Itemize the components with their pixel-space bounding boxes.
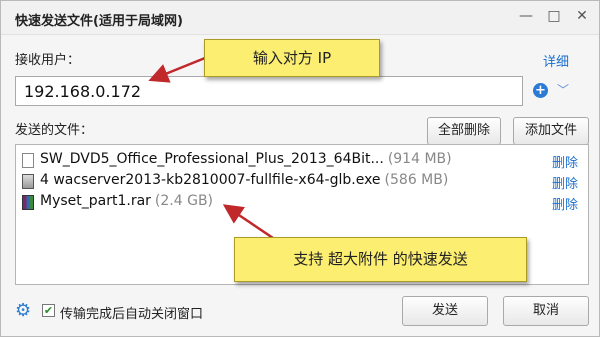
add-recipient-icon[interactable]: + (533, 83, 548, 98)
files-label: 发送的文件： (15, 123, 94, 138)
close-button[interactable]: ✕ (569, 5, 595, 27)
file-row[interactable]: Myset_part1.rar (2.4 GB) 删除 (22, 192, 582, 213)
cancel-button[interactable]: 取消 (503, 296, 589, 326)
document-icon (22, 153, 34, 168)
file-size: (2.4 GB) (154, 193, 214, 209)
delete-file-link[interactable]: 删除 (552, 152, 578, 171)
send-button[interactable]: 发送 (402, 296, 488, 326)
file-row[interactable]: 4 wacserver2013-kb2810007-fullfile-x64-g… (22, 171, 582, 192)
file-name: Myset_part1.rar (40, 193, 151, 209)
delete-file-link[interactable]: 删除 (552, 194, 578, 213)
file-row[interactable]: SW_DVD5_Office_Professional_Plus_2013_64… (22, 150, 582, 171)
file-size: (914 MB) (387, 151, 452, 167)
large-file-hint-callout: 支持 超大附件 的快速发送 (234, 237, 527, 282)
ip-hint-callout: 输入对方 IP (204, 39, 380, 77)
maximize-button[interactable]: □ (541, 5, 567, 27)
send-file-dialog: 快速发送文件(适用于局域网) — □ ✕ 接收用户： 详细 + ﹀ 发送的文件：… (0, 0, 600, 337)
chevron-down-icon[interactable]: ﹀ (557, 81, 569, 98)
title-bar[interactable]: 快速发送文件(适用于局域网) — □ ✕ (1, 1, 599, 35)
detail-link[interactable]: 详细 (543, 51, 569, 70)
auto-close-checkbox[interactable]: ✔ (42, 304, 55, 317)
ip-address-input[interactable] (15, 76, 523, 106)
minimize-button[interactable]: — (513, 5, 539, 27)
delete-all-button[interactable]: 全部删除 (427, 117, 501, 145)
auto-close-label: 传输完成后自动关闭窗口 (60, 307, 204, 322)
file-size: (586 MB) (384, 172, 449, 188)
file-name: SW_DVD5_Office_Professional_Plus_2013_64… (40, 151, 384, 167)
executable-icon (22, 174, 34, 189)
recipient-label: 接收用户： (15, 53, 81, 68)
add-file-button[interactable]: 添加文件 (513, 117, 589, 145)
rar-archive-icon (22, 195, 34, 210)
window-title: 快速发送文件(适用于局域网) (15, 14, 183, 29)
file-name: 4 wacserver2013-kb2810007-fullfile-x64-g… (40, 172, 381, 188)
gear-icon[interactable]: ⚙ (15, 302, 33, 320)
delete-file-link[interactable]: 删除 (552, 173, 578, 192)
